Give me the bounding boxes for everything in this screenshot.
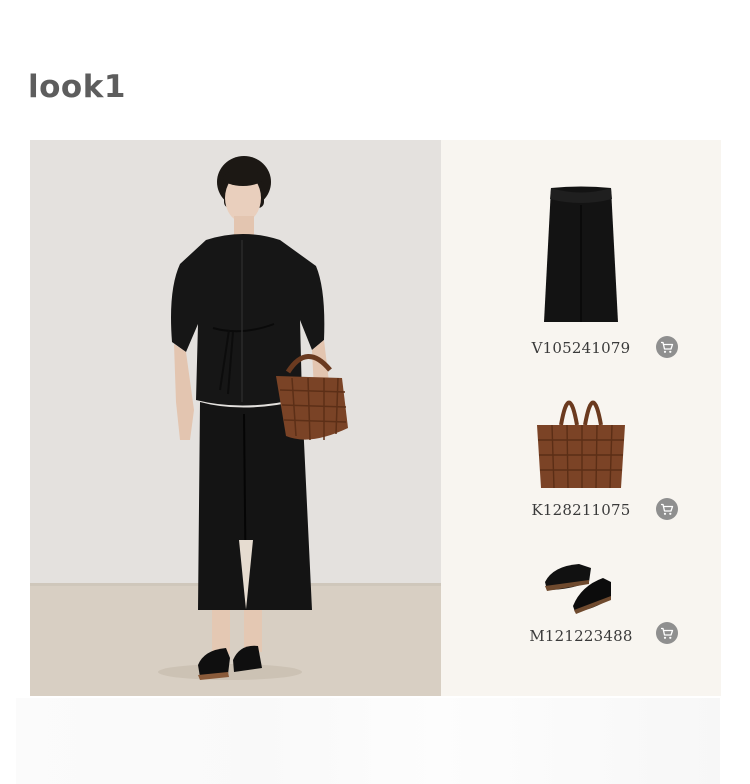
product-item[interactable]: K128211075 (441, 370, 721, 530)
product-item[interactable]: M121223488 (441, 530, 721, 696)
cart-icon (661, 503, 674, 515)
model-photo[interactable] (30, 140, 441, 696)
bag-image (537, 400, 625, 489)
model-photo-illustration (30, 140, 441, 696)
cart-icon (661, 341, 674, 353)
add-to-cart-button[interactable] (656, 498, 678, 520)
shoes-image (545, 564, 611, 614)
look-title: look1 (28, 69, 126, 105)
bottom-image-strip (16, 698, 720, 784)
outfit-panel: V105241079 K128211075 M121223488 (30, 140, 721, 696)
product-code: M121223488 (529, 627, 633, 645)
product-code: K128211075 (531, 501, 631, 519)
cart-icon (661, 627, 674, 639)
add-to-cart-button[interactable] (656, 336, 678, 358)
product-code: V105241079 (531, 339, 631, 357)
products-column: V105241079 K128211075 M121223488 (441, 140, 721, 696)
add-to-cart-button[interactable] (656, 622, 678, 644)
skirt-image (544, 186, 618, 322)
product-item[interactable]: V105241079 (441, 140, 721, 370)
